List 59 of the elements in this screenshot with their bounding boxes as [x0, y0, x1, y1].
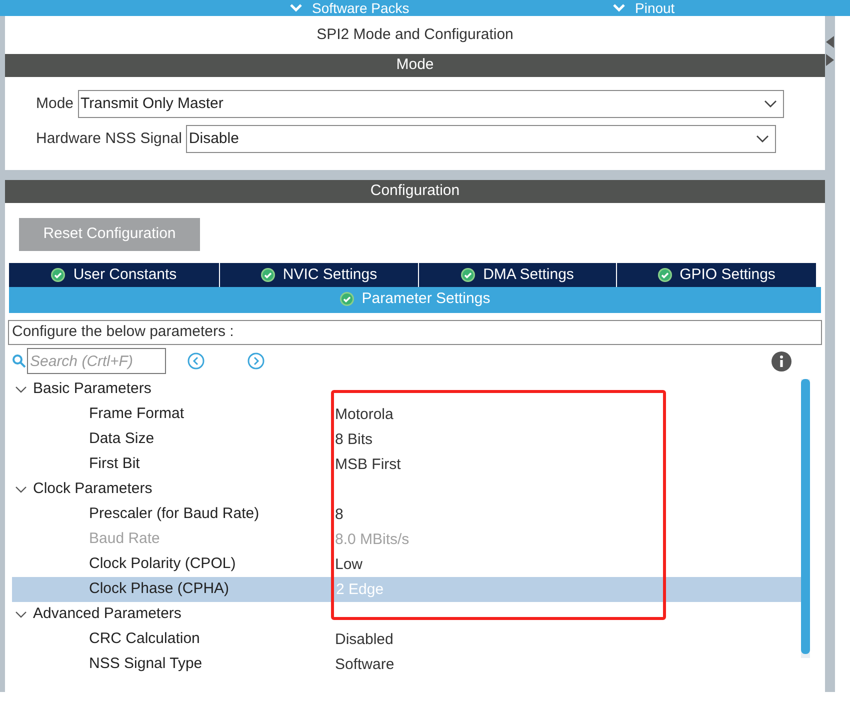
chevron-down-icon [15, 611, 27, 618]
previous-icon[interactable] [187, 352, 205, 370]
hint-text: Configure the below parameters : [8, 320, 822, 345]
parameter-row[interactable]: Clock Polarity (CPOL) Low [12, 552, 801, 577]
check-circle-icon [340, 292, 354, 306]
parameter-value[interactable]: Low [333, 552, 363, 577]
tree-group-row[interactable]: Clock Parameters [12, 477, 801, 502]
search-field[interactable]: Search (Crtl+F) [27, 348, 166, 374]
dropdown[interactable]: Transmit Only Master [78, 90, 784, 118]
panel-title: SPI2 Mode and Configuration [316, 24, 514, 45]
tab[interactable]: DMA Settings [419, 263, 617, 287]
field-label: Mode [36, 94, 74, 114]
parameter-label: Data Size [88, 429, 156, 450]
field-label: Hardware NSS Signal [36, 128, 182, 149]
collapse-arrow-icon[interactable] [826, 36, 834, 48]
next-icon[interactable] [247, 352, 265, 370]
parameter-value[interactable]: 8 [333, 502, 344, 527]
info-icon[interactable] [771, 350, 792, 372]
parameter-value[interactable]: Disabled [333, 627, 394, 652]
parameter-label: NSS Signal Type [88, 654, 204, 674]
check-circle-icon [461, 268, 476, 282]
chevron-down-icon [15, 386, 27, 393]
tree-group-row[interactable]: Basic Parameters [12, 377, 801, 402]
tab[interactable]: NVIC Settings [220, 263, 419, 287]
parameter-value[interactable]: MSB First [333, 452, 401, 477]
parameter-label: First Bit [88, 454, 141, 474]
dropdown[interactable]: Disable [186, 125, 776, 153]
chevron-down-icon [764, 100, 777, 108]
parameter-label: CRC Calculation [88, 629, 201, 650]
expand-arrow-icon[interactable] [826, 54, 834, 66]
parameter-row[interactable]: Frame Format Motorola [12, 402, 801, 427]
tab[interactable]: User Constants [9, 263, 220, 287]
parameter-value[interactable]: Software [333, 652, 394, 677]
parameter-row[interactable]: CRC Calculation Disabled [12, 627, 801, 652]
scrollbar-thumb[interactable] [801, 379, 810, 654]
chevron-down-icon [756, 135, 769, 143]
tab[interactable]: GPIO Settings [617, 263, 817, 287]
search-icon [12, 354, 26, 368]
chevron-icon [290, 4, 302, 12]
parameter-label: Frame Format [88, 404, 186, 424]
parameter-value[interactable]: Motorola [333, 402, 394, 427]
parameter-label: Clock Polarity (CPOL) [88, 554, 237, 574]
check-circle-icon [260, 268, 275, 282]
parameter-value[interactable]: 8 Bits [333, 427, 373, 452]
chevron-icon [613, 4, 625, 12]
chevron-down-icon [15, 486, 27, 493]
parameter-label: Clock Phase (CPHA) [88, 579, 230, 600]
parameter-row[interactable]: NSS Signal Type Software [12, 652, 801, 677]
parameter-row[interactable]: Clock Phase (CPHA) 2 Edge [12, 577, 801, 602]
parameter-label: Prescaler (for Baud Rate) [88, 504, 260, 524]
section-header: Mode [5, 54, 825, 77]
check-circle-icon [658, 268, 672, 282]
check-circle-icon [51, 268, 66, 282]
parameter-label: Baud Rate [88, 529, 161, 550]
tree-group-row[interactable]: Advanced Parameters [12, 602, 801, 627]
parameter-row[interactable]: Data Size 8 Bits [12, 427, 801, 452]
parameter-row[interactable]: First Bit MSB First [12, 452, 801, 477]
parameter-row[interactable]: Prescaler (for Baud Rate) 8 [12, 502, 801, 527]
section-header: Configuration [5, 180, 825, 203]
